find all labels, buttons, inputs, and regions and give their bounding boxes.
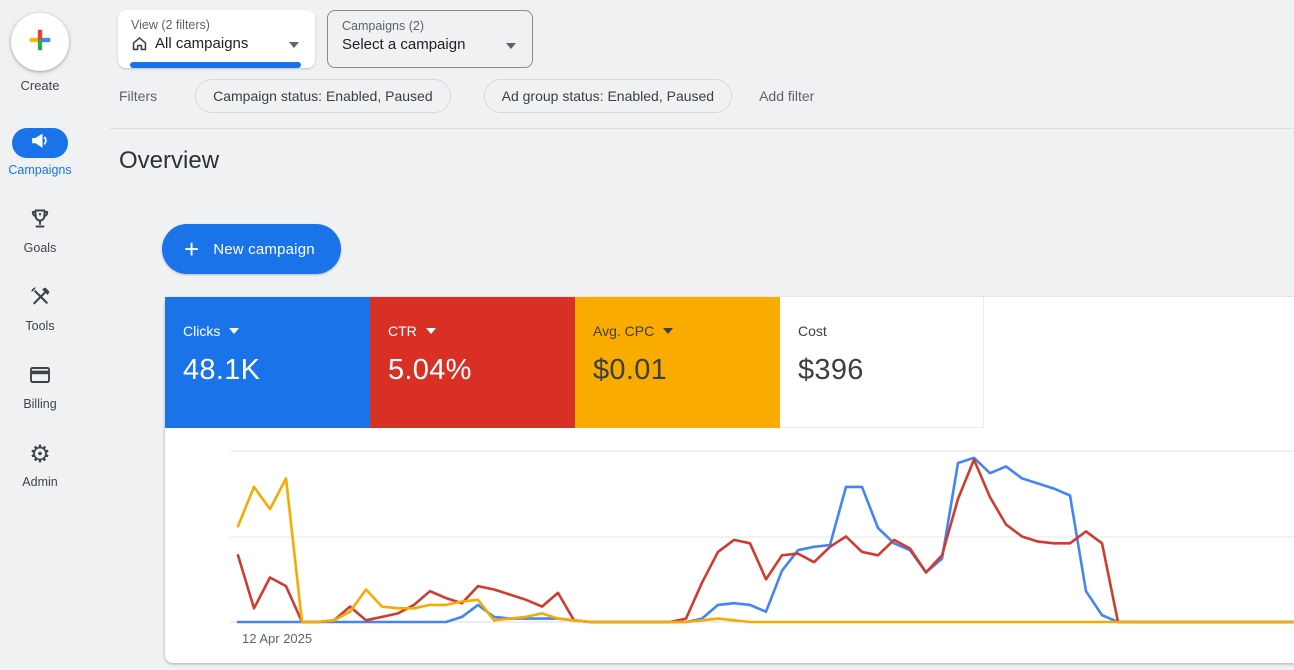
filters-label: Filters xyxy=(119,88,157,104)
metric-tabs: Clicks 48.1K CTR 5.04% Avg. CPC $0.01 Co… xyxy=(165,297,1294,428)
sidebar-item-label: Billing xyxy=(23,397,56,411)
view-selector-value: All campaigns xyxy=(155,35,248,52)
filters-bar: Filters Campaign status: Enabled, Paused… xyxy=(119,79,814,113)
metric-tab-ctr[interactable]: CTR 5.04% xyxy=(370,297,575,428)
view-selector[interactable]: View (2 filters) All campaigns xyxy=(118,10,315,68)
metric-tab-clicks[interactable]: Clicks 48.1K xyxy=(165,297,370,428)
campaign-selector-value: Select a campaign xyxy=(342,36,465,53)
metric-value: $396 xyxy=(798,354,983,387)
metric-value: 5.04% xyxy=(388,354,575,387)
create-label: Create xyxy=(0,78,80,93)
metric-label: CTR xyxy=(388,323,417,339)
create-button[interactable] xyxy=(11,13,69,71)
campaign-selector-label: Campaigns (2) xyxy=(342,19,520,33)
x-axis-start-label: 12 Apr 2025 xyxy=(242,631,312,646)
megaphone-icon xyxy=(30,131,50,156)
metric-tabs-filler xyxy=(984,297,1294,428)
caret-down-icon xyxy=(426,328,436,334)
sidebar-item-goals[interactable]: Goals xyxy=(12,206,68,255)
metric-value: 48.1K xyxy=(183,354,370,387)
metric-label: Cost xyxy=(798,323,827,339)
metric-label: Avg. CPC xyxy=(593,323,654,339)
add-filter-button[interactable]: Add filter xyxy=(759,88,814,104)
new-campaign-label: New campaign xyxy=(213,241,315,258)
sidebar-item-campaigns[interactable]: Campaigns xyxy=(8,128,71,177)
metric-label: Clicks xyxy=(183,323,220,339)
metric-tab-cost[interactable]: Cost $396 xyxy=(780,297,984,428)
sidebar-item-tools[interactable]: Tools xyxy=(12,284,68,333)
filter-chip-adgroup-status[interactable]: Ad group status: Enabled, Paused xyxy=(484,79,732,113)
chevron-down-icon xyxy=(506,43,516,49)
campaign-selector[interactable]: Campaigns (2) Select a campaign xyxy=(327,10,533,68)
home-icon xyxy=(131,35,148,52)
overview-chart[interactable] xyxy=(165,428,1294,663)
sidebar-item-label: Admin xyxy=(22,475,57,489)
chevron-down-icon xyxy=(289,42,299,48)
caret-down-icon xyxy=(229,328,239,334)
sidebar: Create Campaigns xyxy=(0,0,80,670)
chart-area: 12 Apr 2025 xyxy=(165,428,1294,663)
plus-icon: + xyxy=(184,236,199,262)
sidebar-item-label: Tools xyxy=(25,319,54,333)
sidebar-nav: Campaigns Goals xyxy=(0,128,80,489)
new-campaign-button[interactable]: + New campaign xyxy=(162,224,341,274)
sidebar-item-label: Campaigns xyxy=(8,163,71,177)
view-selector-label: View (2 filters) xyxy=(131,18,303,32)
metric-tab-avg-cpc[interactable]: Avg. CPC $0.01 xyxy=(575,297,780,428)
filter-chip-campaign-status[interactable]: Campaign status: Enabled, Paused xyxy=(195,79,450,113)
metric-value: $0.01 xyxy=(593,354,780,387)
gear-icon: ⚙ xyxy=(29,443,51,467)
sidebar-item-admin[interactable]: ⚙ Admin xyxy=(12,440,68,489)
caret-down-icon xyxy=(663,328,673,334)
google-plus-icon xyxy=(27,27,53,58)
overview-card: Clicks 48.1K CTR 5.04% Avg. CPC $0.01 Co… xyxy=(165,297,1294,663)
sidebar-item-billing[interactable]: Billing xyxy=(12,362,68,411)
trophy-icon xyxy=(28,207,52,236)
credit-card-icon xyxy=(28,363,52,392)
active-view-underline xyxy=(130,62,301,68)
header-divider xyxy=(110,128,1294,129)
page-title: Overview xyxy=(119,147,219,175)
sidebar-item-label: Goals xyxy=(24,241,57,255)
tools-icon xyxy=(29,285,52,313)
